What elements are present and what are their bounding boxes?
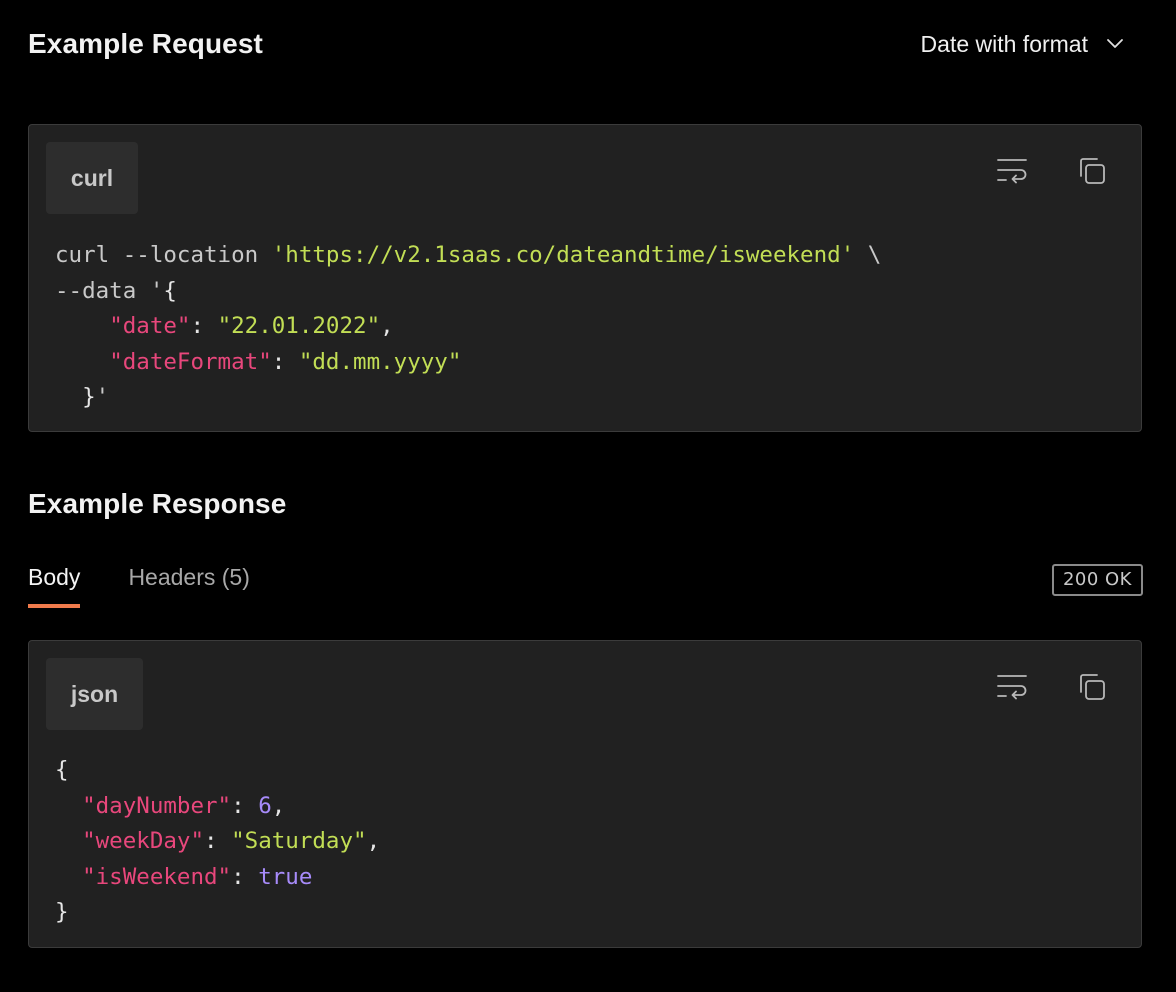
code-token-punc: , [366, 828, 381, 855]
request-wrap-lines-button[interactable] [996, 157, 1028, 189]
code-token-plain: ' [95, 384, 110, 411]
request-copy-button[interactable] [1076, 157, 1108, 189]
response-copy-button[interactable] [1076, 673, 1108, 705]
code-token-key: "isWeekend" [82, 863, 232, 890]
code-token-punc: } [82, 384, 96, 411]
code-token-str: 'https://v2.1saas.co/dateandtime/isweeke… [271, 242, 855, 268]
api-example-page: Example Request Date with format curl cu… [0, 0, 1176, 992]
code-token-bool: true [258, 863, 313, 890]
request-language-chip[interactable]: curl [46, 142, 138, 214]
code-token-plain: \ [854, 242, 882, 268]
response-language-chip[interactable]: json [46, 658, 143, 730]
code-token-punc: : [204, 828, 232, 855]
code-token-punc: : [231, 863, 259, 890]
code-line: curl --location 'https://v2.1saas.co/dat… [55, 242, 881, 268]
code-token-punc: : [190, 313, 218, 340]
code-line: "date": "22.01.2022", [55, 313, 394, 340]
request-panel-tools [996, 157, 1108, 189]
example-selector-dropdown[interactable]: Date with format [921, 27, 1124, 61]
code-token-punc: { [163, 277, 177, 304]
response-panel-tools [996, 673, 1108, 705]
response-code-panel: json { "dayNumber": 6, "weekDay": "Satur… [28, 640, 1142, 948]
code-token-str: "dd.mm.yyyy" [298, 348, 462, 375]
response-wrap-lines-button[interactable] [996, 673, 1028, 705]
code-line: } [55, 899, 69, 925]
code-line: { [55, 757, 69, 783]
code-token-key: "weekDay" [82, 828, 205, 855]
code-line: "weekDay": "Saturday", [55, 828, 380, 854]
tab-headers[interactable]: Headers (5) [128, 560, 249, 608]
code-line: --data '{ [55, 278, 177, 304]
request-code-panel: curl curl --location 'https://v2.1saas.c… [28, 124, 1142, 432]
code-token-punc: : [271, 348, 299, 375]
example-request-title: Example Request [28, 28, 263, 59]
code-token-plain: curl --location [55, 242, 272, 268]
code-line: }' [55, 384, 109, 410]
code-token-punc: { [55, 757, 69, 783]
code-token-str: "Saturday" [231, 828, 367, 855]
code-token-punc: : [231, 792, 259, 819]
response-code-block: { "dayNumber": 6, "weekDay": "Saturday",… [55, 753, 380, 931]
code-line: "dayNumber": 6, [55, 793, 285, 819]
code-token-punc: , [380, 313, 394, 340]
code-token-punc: } [55, 899, 69, 926]
status-badge: 200 OK [1051, 564, 1143, 596]
code-line: "dateFormat": "dd.mm.yyyy" [55, 349, 461, 375]
copy-icon [1077, 156, 1107, 191]
code-token-num: 6 [258, 792, 272, 819]
example-response-title: Example Response [28, 488, 287, 519]
wrap-lines-icon [996, 156, 1028, 191]
code-token-str: "22.01.2022" [217, 313, 381, 340]
response-tabs: Body Headers (5) [28, 560, 250, 608]
tab-body[interactable]: Body [28, 560, 81, 608]
code-line: "isWeekend": true [55, 864, 312, 890]
code-token-punc: , [271, 792, 286, 819]
example-selector-label: Date with format [920, 30, 1088, 57]
request-code-block: curl --location 'https://v2.1saas.co/dat… [55, 238, 881, 416]
chevron-down-icon [1106, 38, 1124, 50]
code-token-key: "dayNumber" [82, 792, 232, 819]
code-token-key: "dateFormat" [109, 348, 272, 375]
copy-icon [1077, 672, 1107, 707]
wrap-lines-icon [996, 672, 1028, 707]
code-token-key: "date" [109, 313, 191, 340]
code-token-plain: --data ' [55, 277, 164, 304]
